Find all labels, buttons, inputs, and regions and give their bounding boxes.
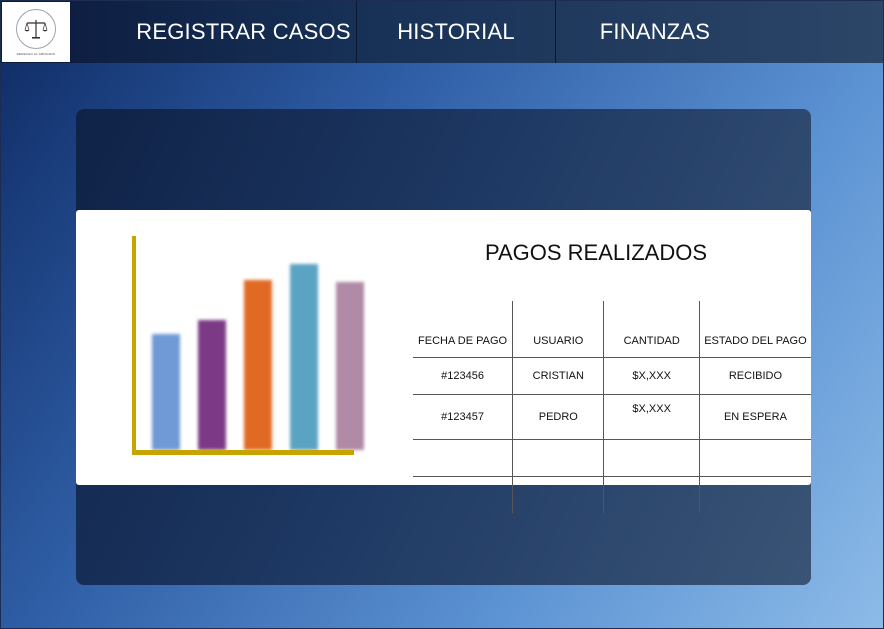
bar-chart [132,236,364,455]
column-header-fecha: FECHA DE PAGO [413,301,513,358]
chart-bar [198,320,226,450]
cell-cantidad [603,439,700,477]
nav-historial[interactable]: HISTORIAL [356,1,556,63]
chart-bar [336,282,364,450]
column-header-usuario: USUARIO [512,301,604,358]
cell-estado: EN ESPERA [698,394,811,440]
chart-bar [152,334,180,450]
finance-card: PAGOS REALIZADOS FECHA DE PAGO USUARIO C… [76,210,811,513]
cell-usuario [512,439,604,477]
scales-of-justice-icon [16,9,56,49]
table-row[interactable]: #123456 CRISTIAN $X,XXX RECIBIDO [413,357,811,395]
cell-cantidad [603,476,700,513]
table-row[interactable] [413,476,811,514]
top-nav-bar: DERECHO AL ABOGADO REGISTRAR CASOS HISTO… [1,1,883,63]
cell-estado [698,439,811,477]
column-header-cantidad: CANTIDAD [603,301,700,358]
cell-fecha [413,477,513,514]
table-row[interactable]: #123457 PEDRO $X,XXX EN ESPERA [413,394,811,440]
nav-registrar-casos[interactable]: REGISTRAR CASOS [131,1,356,63]
table-header-row: FECHA DE PAGO USUARIO CANTIDAD ESTADO DE… [413,301,811,358]
cell-fecha: #123456 [413,357,513,395]
cell-usuario: CRISTIAN [512,357,604,395]
cell-estado [698,476,811,513]
cell-estado: RECIBIDO [698,357,811,395]
nav-finanzas[interactable]: FINANZAS [555,1,755,63]
payments-table: FECHA DE PAGO USUARIO CANTIDAD ESTADO DE… [413,301,811,513]
cell-usuario: PEDRO [512,394,604,440]
logo[interactable]: DERECHO AL ABOGADO [2,2,70,62]
column-header-estado: ESTADO DEL PAGO [698,301,811,358]
chart-bar [244,280,272,450]
logo-caption: DERECHO AL ABOGADO [16,52,56,56]
chart-x-axis [132,450,354,455]
cell-fecha: #123457 [413,394,513,440]
cell-fecha [413,439,513,477]
cell-cantidad: $X,XXX [603,357,700,395]
table-row[interactable] [413,439,811,477]
chart-y-axis [132,236,136,454]
app-window: DERECHO AL ABOGADO REGISTRAR CASOS HISTO… [0,0,884,629]
payments-title: PAGOS REALIZADOS [484,240,708,265]
chart-bar [290,264,318,450]
cell-cantidad: $X,XXX [603,394,700,440]
cell-usuario [512,476,604,513]
